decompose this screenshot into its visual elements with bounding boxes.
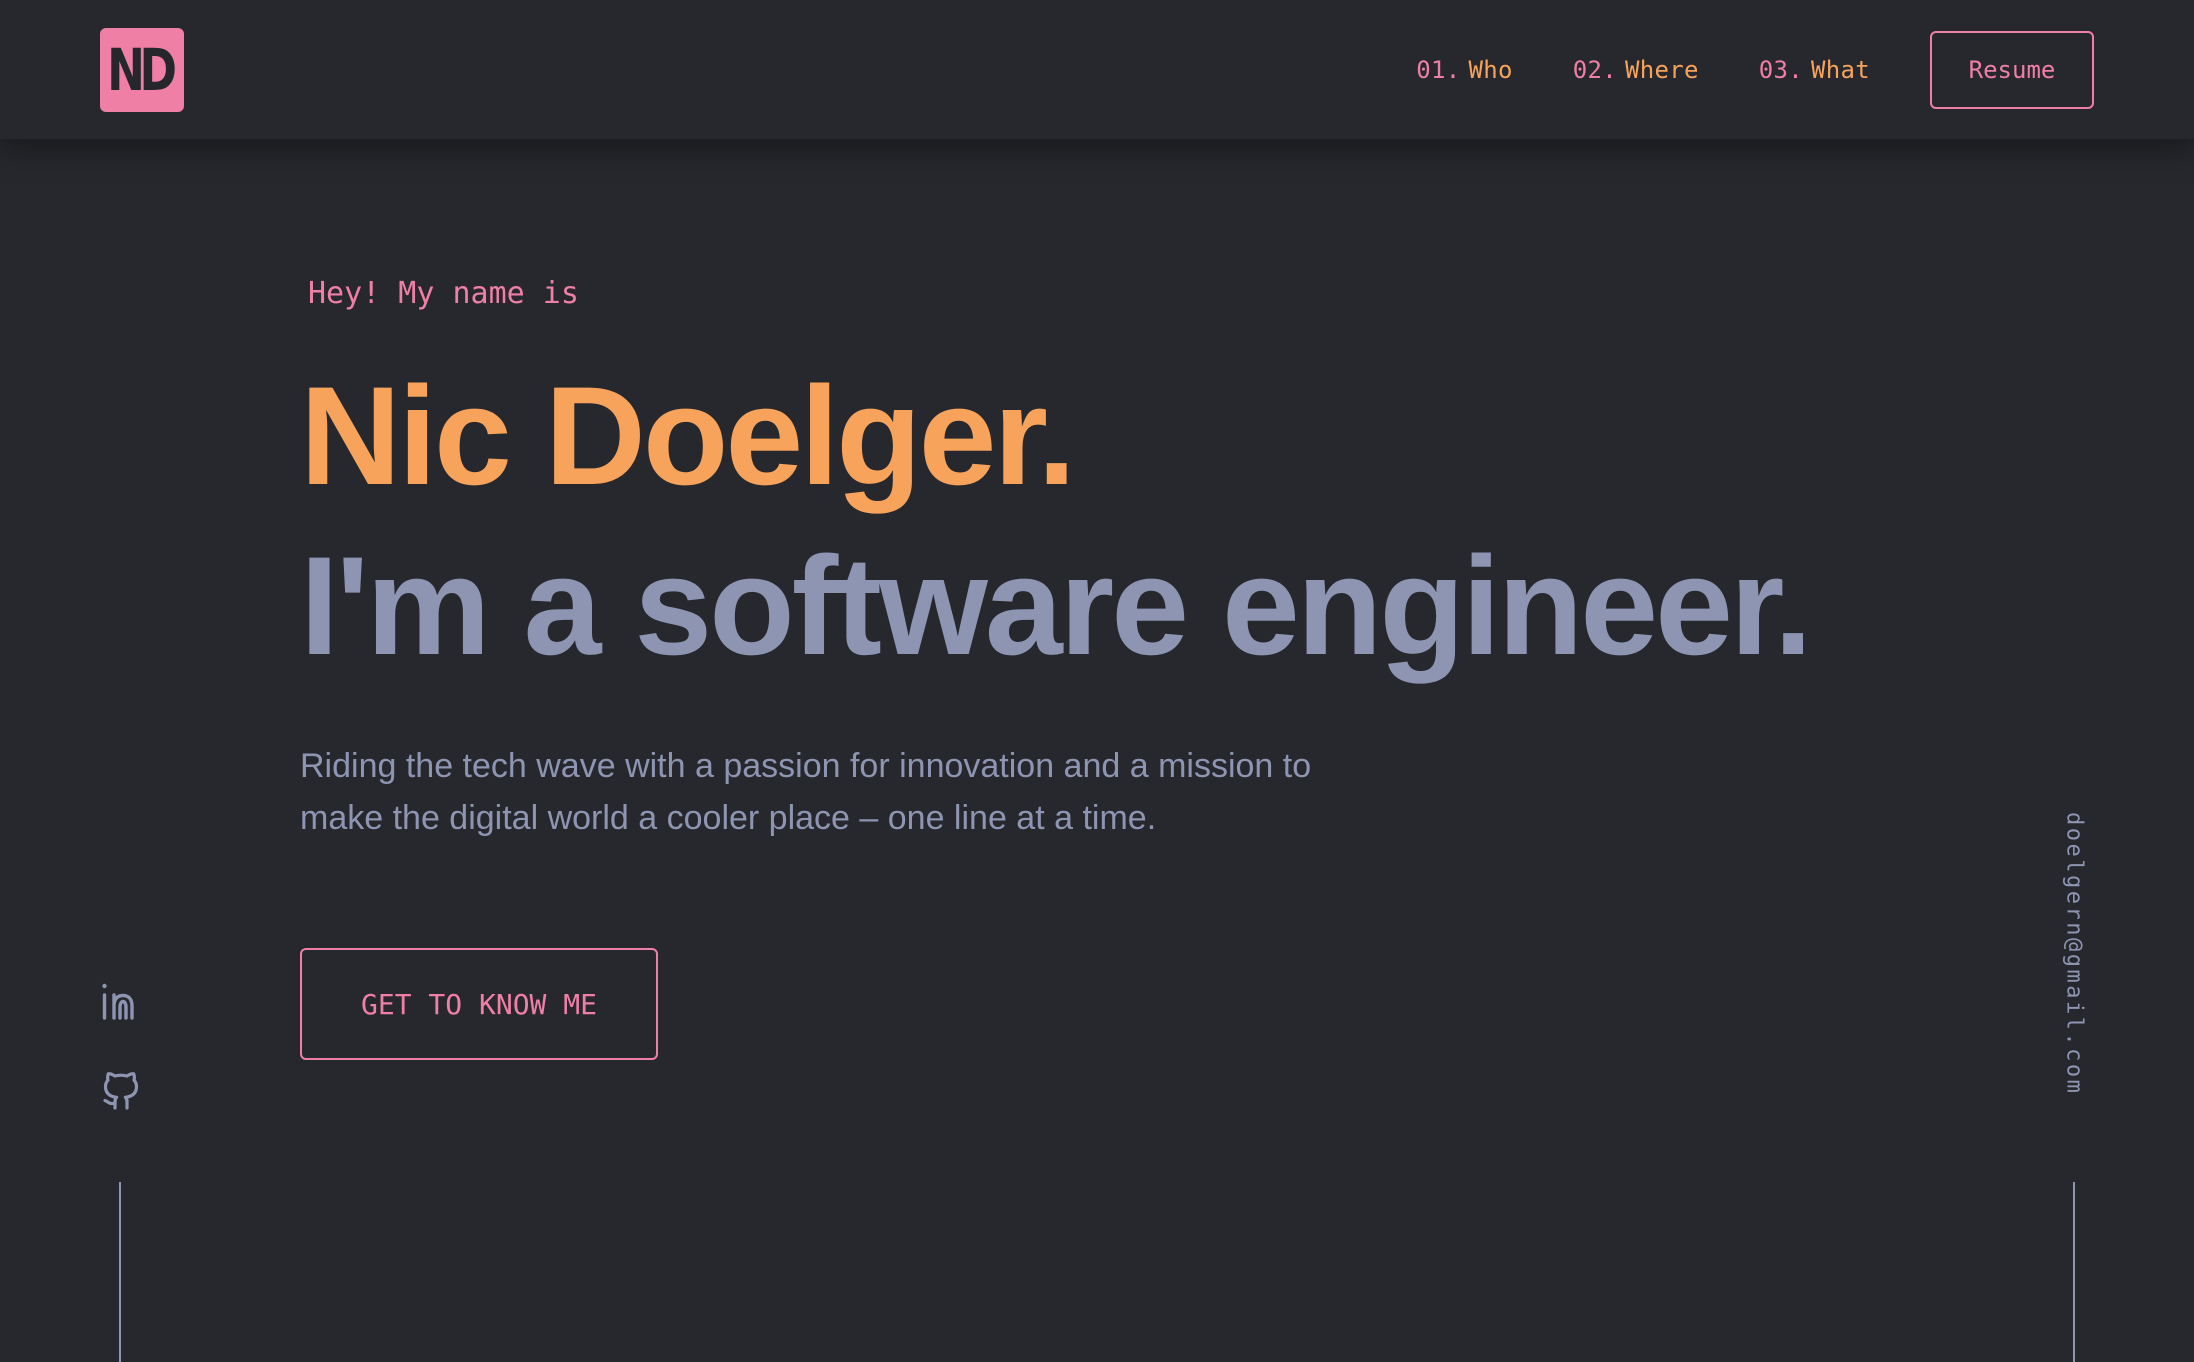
nav-label: Who [1468,55,1513,84]
site-header: ND 01. Who 02. Where 03. What Resume [0,0,2194,139]
nav-label: What [1811,55,1870,84]
nav-item-who[interactable]: 01. Who [1416,56,1513,84]
linkedin-link[interactable] [99,980,143,1024]
hero-tagline: I'm a software engineer. [300,527,1813,684]
get-to-know-me-button[interactable]: GET TO KNOW ME [300,948,658,1060]
github-icon [103,1072,139,1110]
github-link[interactable] [99,1068,143,1112]
nav-number: 01. [1416,55,1461,84]
social-links [99,980,143,1156]
linkedin-icon [102,983,134,1020]
hero-intro: Hey! My name is [308,276,579,311]
left-rail-line [119,1182,121,1362]
logo-text: ND [106,36,177,104]
nav-item-where[interactable]: 02. Where [1573,56,1699,84]
nav-item-what[interactable]: 03. What [1759,56,1870,84]
resume-button[interactable]: Resume [1930,30,2094,109]
email-link[interactable]: doelgern@gmail.com [2062,812,2087,1095]
nav-number: 03. [1758,55,1803,84]
hero-name: Nic Doelger. [300,357,1076,514]
nav-number: 02. [1572,55,1617,84]
nd-logo[interactable]: ND [100,28,184,112]
main-nav: 01. Who 02. Where 03. What Resume [1416,0,2094,139]
nav-label: Where [1625,55,1699,84]
hero-description: Riding the tech wave with a passion for … [300,747,1312,837]
right-rail-line [2073,1182,2075,1362]
